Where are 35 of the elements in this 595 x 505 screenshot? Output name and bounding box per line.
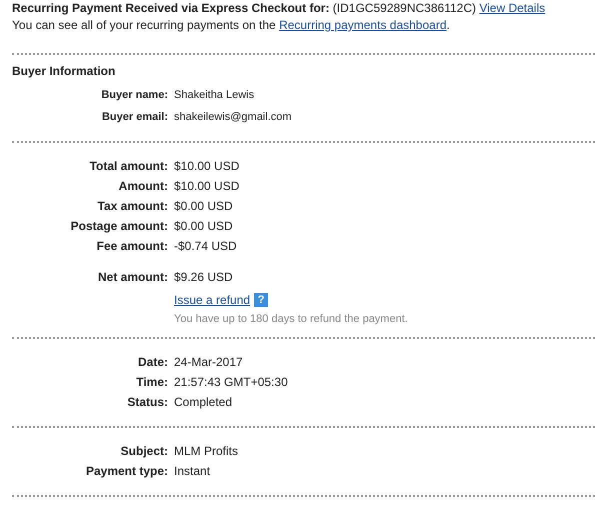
field-label: Time:: [135, 375, 169, 390]
field-label: Date:: [136, 355, 169, 370]
field-value: 21:57:43 GMT+05:30: [174, 375, 288, 390]
field-value: shakeilewis@gmail.com: [174, 110, 292, 125]
field-value: $10.00 USD: [174, 159, 240, 174]
transaction-id: (ID1GC59289NC386112C): [332, 1, 476, 15]
field-label: Status:: [126, 395, 169, 410]
field-value: $0.00 USD: [174, 199, 233, 214]
field-label: Total amount:: [88, 159, 169, 174]
field-value: $9.26 USD: [174, 270, 233, 285]
view-details-link[interactable]: View Details: [479, 1, 546, 15]
field-value: Instant: [174, 464, 210, 479]
field-label: Postage amount:: [70, 219, 169, 234]
field-label: Payment type:: [84, 464, 169, 479]
page-title: Recurring Payment Received via Express Checkout for:: [12, 1, 330, 15]
note-text: You can see all of your recurring payments on the: [12, 18, 276, 32]
field-label: Tax amount:: [96, 199, 169, 214]
field-value: Shakeitha Lewis: [174, 88, 254, 103]
field-label: Net amount:: [97, 270, 169, 285]
field-label: Subject:: [120, 444, 169, 459]
field-label: Buyer email:: [100, 110, 169, 125]
field-label: Fee amount:: [96, 239, 169, 254]
section-title: Buyer Information: [12, 64, 116, 78]
field-value: 24-Mar-2017: [174, 355, 243, 370]
period: .: [446, 18, 450, 32]
field-label: Amount:: [118, 179, 169, 194]
field-value: $10.00 USD: [174, 179, 240, 194]
field-value: -$0.74 USD: [174, 239, 237, 254]
issue-refund-link[interactable]: Issue a refund: [174, 293, 250, 307]
field-label: Buyer name:: [100, 88, 169, 103]
refund-note: You have up to 180 days to refund the payment.: [174, 313, 409, 325]
dashboard-link[interactable]: Recurring payments dashboard: [279, 18, 446, 32]
field-value: $0.00 USD: [174, 219, 233, 234]
field-value: MLM Profits: [174, 444, 238, 459]
field-value: Completed: [174, 395, 232, 410]
